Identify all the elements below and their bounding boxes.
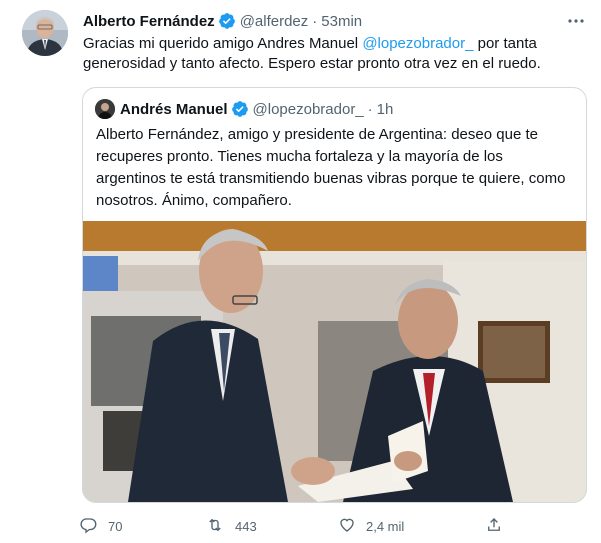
tweet-timestamp[interactable]: 53min — [321, 13, 362, 30]
share-icon — [485, 516, 513, 537]
like-count: 2,4 mil — [366, 518, 405, 534]
reply-count: 70 — [108, 518, 123, 534]
retweet-icon — [205, 516, 235, 537]
tweet-header: Alberto Fernández @alferdez · 53min — [83, 10, 362, 32]
heart-icon — [338, 516, 366, 537]
quoted-timestamp[interactable]: 1h — [377, 101, 394, 118]
more-dots-icon[interactable] — [567, 12, 585, 30]
reply-icon — [80, 516, 108, 537]
author-avatar[interactable] — [22, 10, 68, 56]
retweet-count: 443 — [235, 518, 257, 534]
verified-badge-icon — [231, 100, 249, 118]
retweet-button[interactable]: 443 — [205, 514, 257, 538]
quoted-tweet[interactable]: Andrés Manuel @lopezobrador_ · 1h Albert… — [82, 87, 587, 503]
reply-button[interactable]: 70 — [80, 514, 122, 538]
quoted-author-handle[interactable]: @lopezobrador_ — [253, 101, 364, 118]
quoted-author-name[interactable]: Andrés Manuel — [120, 101, 228, 118]
author-name[interactable]: Alberto Fernández — [83, 13, 215, 30]
author-handle[interactable]: @alferdez — [240, 13, 309, 30]
share-button[interactable] — [485, 514, 513, 538]
verified-badge-icon — [218, 12, 236, 30]
separator-dot: · — [367, 100, 373, 118]
tweet-text-start: Gracias mi querido amigo Andres Manuel — [83, 35, 363, 52]
quoted-avatar — [95, 99, 115, 119]
separator-dot: · — [312, 12, 318, 30]
mention-link[interactable]: @lopezobrador_ — [362, 35, 473, 52]
quoted-tweet-photo[interactable] — [83, 221, 586, 502]
quoted-header: Andrés Manuel @lopezobrador_ · 1h — [95, 98, 393, 120]
quoted-tweet-text: Alberto Fernández, amigo y presidente de… — [96, 126, 566, 209]
like-button[interactable]: 2,4 mil — [338, 514, 404, 538]
action-bar: 70 443 2,4 mil — [80, 514, 520, 538]
tweet-text: Gracias mi querido amigo Andres Manuel @… — [83, 34, 573, 74]
tweet: Alberto Fernández @alferdez · 53min Grac… — [0, 0, 601, 543]
